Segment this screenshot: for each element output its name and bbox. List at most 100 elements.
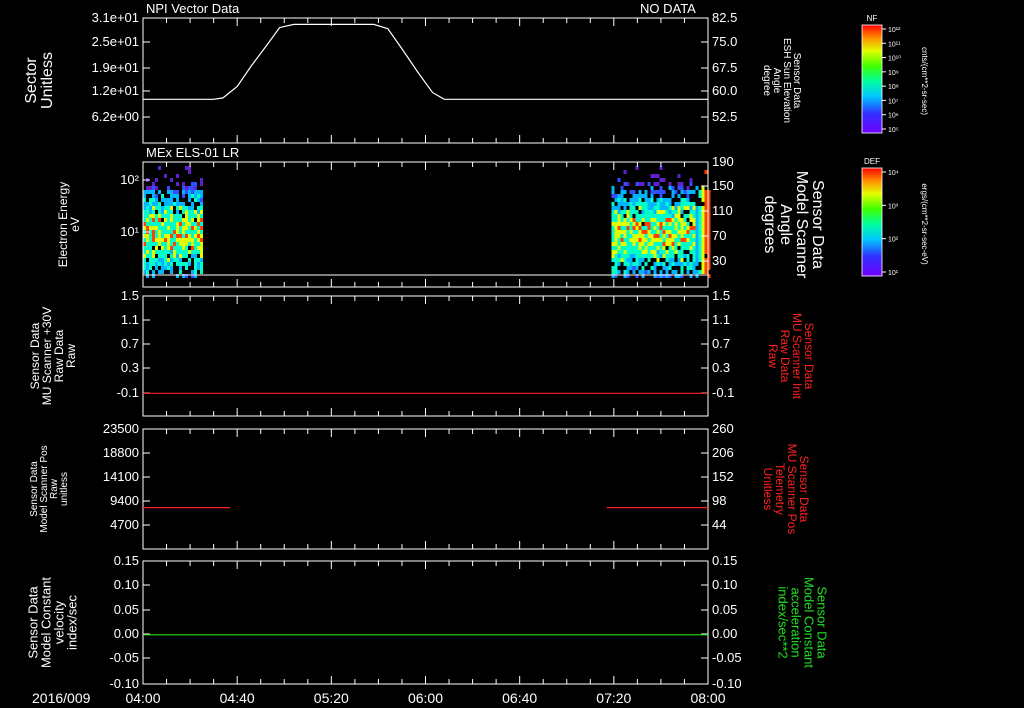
- spectrogram-cell: [149, 266, 152, 270]
- spectrogram-cell: [653, 238, 657, 242]
- spectrogram-cell: [650, 266, 654, 270]
- spectrogram-cell: [173, 234, 176, 238]
- spectrogram-cell: [656, 222, 660, 226]
- spectrogram-cell: [623, 234, 627, 238]
- spectrogram-cell: [689, 238, 693, 242]
- spectrogram-cell: [173, 226, 176, 230]
- spectrogram-cell: [623, 242, 627, 246]
- spectrogram-cell: [680, 222, 684, 226]
- spectrogram-cell: [629, 202, 633, 206]
- spectrogram-cell: [620, 222, 624, 226]
- spectrogram-cell: [164, 250, 167, 254]
- spectrogram-cell: [617, 270, 621, 274]
- spectrogram-cell: [674, 270, 678, 274]
- right-tick-label: 70: [712, 228, 726, 243]
- spectrogram-cell: [182, 206, 185, 210]
- spectrogram-cell: [665, 214, 669, 218]
- spectrogram-cell: [638, 270, 642, 274]
- spectrogram-cell: [653, 270, 657, 274]
- spectrogram-cell: [680, 238, 684, 242]
- spectrogram-cell: [182, 222, 185, 226]
- spectrogram-cell: [617, 262, 621, 266]
- spectrogram-cell: [689, 230, 693, 234]
- spectrogram-cell: [704, 230, 708, 234]
- spectrogram-cell: [191, 186, 194, 190]
- right-axis-label: Sensor DataModel ScannerAngledegrees: [761, 171, 826, 279]
- spectrogram-cell: [644, 198, 648, 202]
- spectrogram-cell: [659, 242, 663, 246]
- right-tick-label: -0.05: [712, 650, 742, 665]
- spectrogram-cell: [656, 262, 660, 266]
- spectrogram-cell: [188, 222, 191, 226]
- spectrogram-cell: [194, 262, 197, 266]
- spectrogram-cell: [656, 238, 660, 242]
- spectrogram-cell: [617, 214, 621, 218]
- spectrogram-cell: [197, 262, 200, 266]
- colorbar-tick-label: 10¹⁰: [888, 55, 901, 63]
- spectrogram-cell: [179, 218, 182, 222]
- spectrogram-cell: [674, 250, 678, 254]
- spectrogram-cell: [653, 234, 657, 238]
- right-tick-label: 52.5: [712, 109, 737, 124]
- spectrogram-cell: [149, 250, 152, 254]
- time-tick-label: 04:40: [220, 690, 255, 706]
- spectrogram-cell: [611, 202, 615, 206]
- spectrogram-cell: [650, 242, 654, 246]
- spectrogram-cell: [656, 230, 660, 234]
- spectrogram-cell: [698, 214, 702, 218]
- spectrogram-cell: [704, 190, 708, 194]
- spectrogram-cell: [662, 214, 666, 218]
- spectrogram-cell: [668, 206, 672, 210]
- spectrogram-cell: [146, 270, 149, 274]
- spectrogram-cell: [617, 258, 621, 262]
- spectrogram-cell: [167, 202, 170, 206]
- spectrogram-cell: [620, 254, 624, 258]
- spectrogram-cell: [200, 218, 203, 222]
- spectrogram-cell: [683, 202, 687, 206]
- spectrogram-cell: [671, 262, 675, 266]
- spectrogram-cell: [683, 254, 687, 258]
- spectrogram-cell: [614, 238, 618, 242]
- spectrogram-cell: [161, 210, 164, 214]
- series-line: [143, 23, 708, 100]
- spectrogram-cell: [650, 194, 654, 198]
- spectrogram-cell: [188, 190, 191, 194]
- spectrogram-cell: [620, 258, 624, 262]
- spectrogram-cell: [650, 250, 654, 254]
- spectrogram-cell: [677, 206, 681, 210]
- spectrogram-cell: [614, 230, 618, 234]
- spectrogram-cell: [620, 246, 624, 250]
- spectrogram-cell: [668, 226, 672, 230]
- spectrogram-cell: [647, 198, 651, 202]
- spectrogram-cell: [149, 210, 152, 214]
- spectrogram-cell: [146, 186, 149, 190]
- spectrogram-cell: [683, 226, 687, 230]
- spectrogram-cell: [146, 210, 149, 214]
- spectrogram-cell: [689, 266, 693, 270]
- spectrogram-cell: [686, 222, 690, 226]
- spectrogram-cell: [173, 202, 176, 206]
- spectrogram-cell: [650, 186, 654, 190]
- spectrogram-cell: [146, 246, 149, 250]
- spectrogram-cell: [200, 238, 203, 242]
- colorbar-unit-label: cnts/(cm**2-sr-sec): [920, 47, 929, 115]
- spectrogram-cell: [173, 242, 176, 246]
- spectrogram-cell: [632, 238, 636, 242]
- spectrogram-cell: [194, 186, 197, 190]
- colorbar-tick-label: 10⁸: [888, 84, 899, 91]
- spectrogram-cell: [620, 194, 624, 198]
- spectrogram-cell: [662, 238, 666, 242]
- spectrogram-cell: [191, 222, 194, 226]
- spectrogram-cell: [611, 206, 615, 210]
- spectrogram-cell: [614, 270, 618, 274]
- spectrogram-cell: [656, 202, 660, 206]
- left-tick-label: 1.9e+01: [92, 60, 139, 75]
- spectrogram-cell: [695, 186, 699, 190]
- spectrogram-cell: [701, 262, 705, 266]
- spectrogram-cell: [689, 206, 693, 210]
- spectrogram-cell: [692, 242, 696, 246]
- spectrogram-cell: [695, 238, 699, 242]
- spectrogram-cell: [617, 198, 621, 202]
- spectrogram-cell: [635, 254, 639, 258]
- spectrogram-cell: [152, 190, 155, 194]
